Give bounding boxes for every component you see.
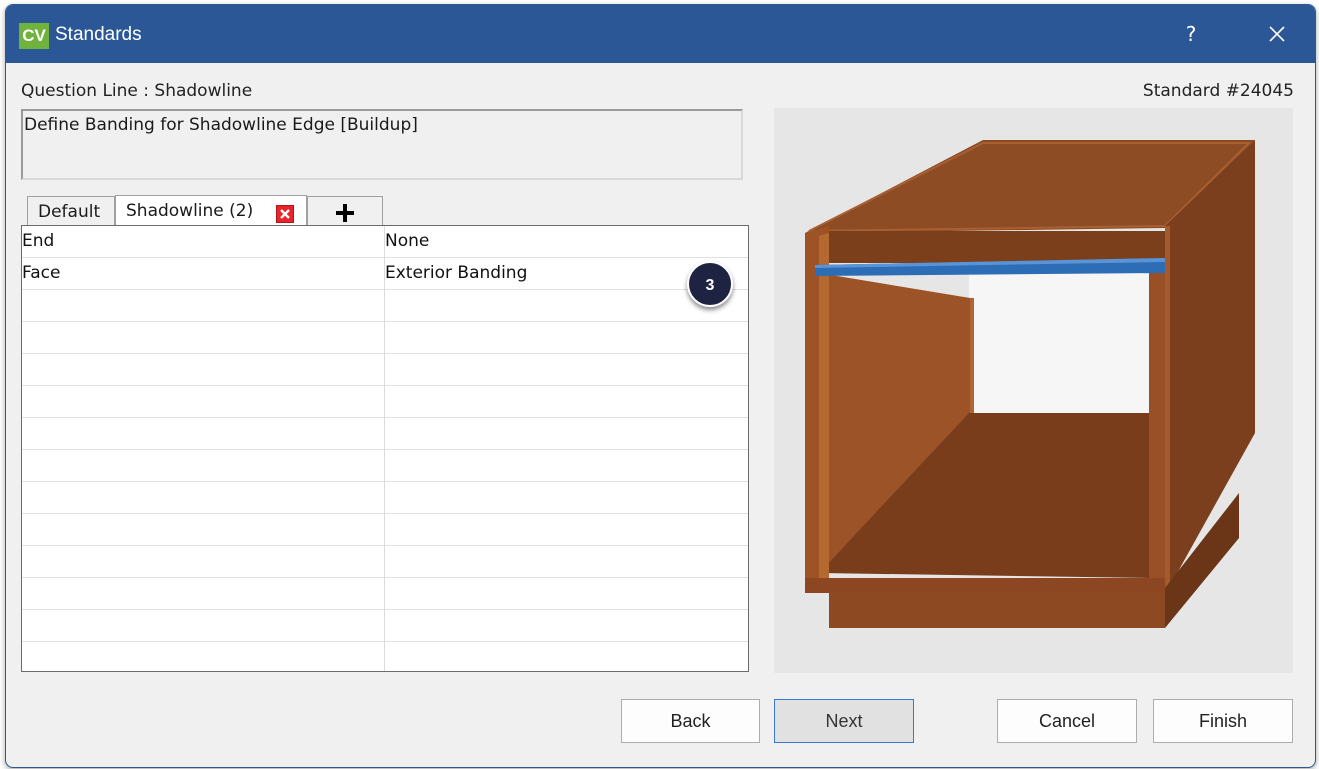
plus-icon: [336, 204, 354, 222]
grid-row-empty: [22, 290, 748, 322]
description-box: Define Banding for Shadowline Edge [Buil…: [21, 109, 743, 180]
property-value[interactable]: Exterior Banding: [385, 263, 527, 283]
standard-number-label: Standard #24045: [1142, 81, 1294, 101]
grid-column-divider: [384, 226, 385, 671]
grid-row[interactable]: End None: [22, 226, 748, 258]
cabinet-illustration: [805, 140, 1255, 628]
grid-row-empty: [22, 514, 748, 546]
title-bar: CV Standards ?: [6, 5, 1315, 63]
close-icon: [1269, 26, 1285, 42]
cabinet-preview: [774, 108, 1293, 673]
grid-row-empty: [22, 482, 748, 514]
grid-row-empty: [22, 386, 748, 418]
tab-default-label: Default: [38, 202, 101, 222]
grid-row-empty: [22, 610, 748, 642]
grid-row-empty: [22, 322, 748, 354]
property-name: Face: [22, 263, 61, 283]
standards-dialog: CV Standards ? Question Line : Shadowlin…: [5, 4, 1316, 768]
app-logo: CV: [19, 23, 49, 49]
close-button[interactable]: [1260, 17, 1294, 51]
grid-row-empty: [22, 450, 748, 482]
grid-row-empty: [22, 578, 748, 610]
finish-button[interactable]: Finish: [1153, 699, 1293, 743]
question-line-label: Question Line : Shadowline: [21, 81, 253, 101]
grid-row-empty: [22, 354, 748, 386]
grid-row-empty: [22, 546, 748, 578]
property-grid: End None Face Exterior Banding: [21, 225, 749, 672]
window-title: Standards: [55, 24, 142, 45]
step-badge: 3: [687, 261, 733, 307]
grid-row[interactable]: Face Exterior Banding: [22, 258, 748, 290]
tab-shadowline-label: Shadowline (2): [126, 201, 254, 221]
next-button[interactable]: Next: [774, 699, 914, 743]
cancel-button[interactable]: Cancel: [997, 699, 1137, 743]
remove-tab-icon[interactable]: [276, 205, 294, 223]
grid-row-empty: [22, 642, 748, 671]
back-button[interactable]: Back: [621, 699, 760, 743]
grid-row-empty: [22, 418, 748, 450]
property-value[interactable]: None: [385, 231, 429, 251]
help-button[interactable]: ?: [1176, 19, 1206, 49]
property-name: End: [22, 231, 55, 251]
